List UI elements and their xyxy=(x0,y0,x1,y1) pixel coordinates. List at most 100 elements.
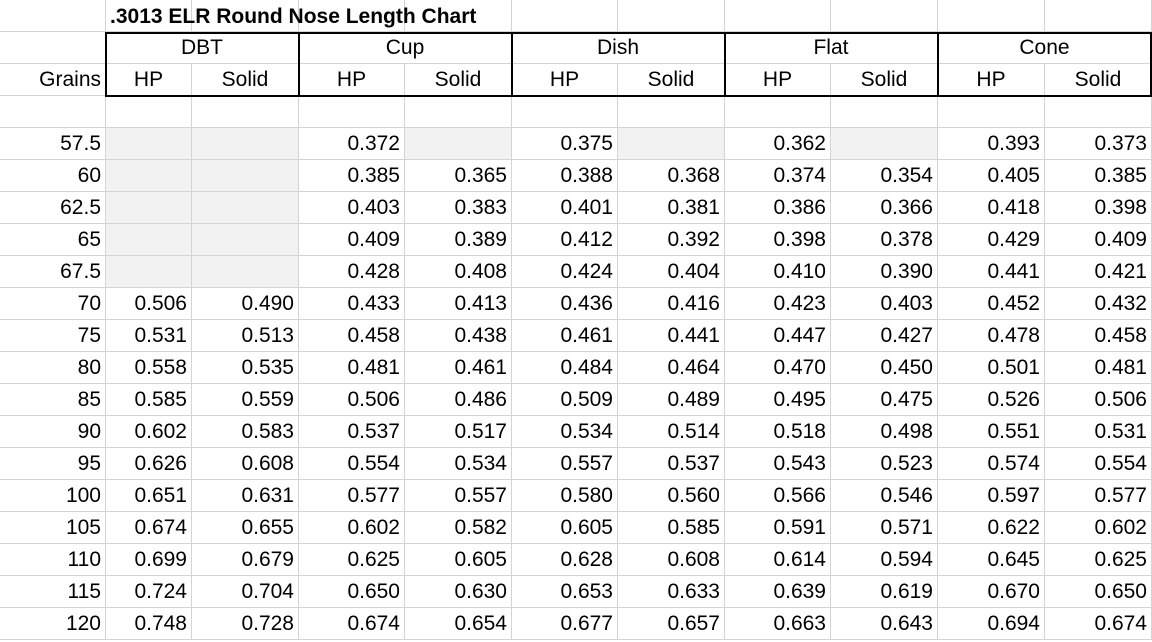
group-header-flat[interactable]: Flat xyxy=(725,32,938,64)
value-cell[interactable] xyxy=(405,128,512,160)
empty-cell[interactable] xyxy=(725,0,831,32)
value-cell[interactable]: 0.481 xyxy=(1045,352,1152,384)
grains-cell[interactable]: 80 xyxy=(0,352,106,384)
value-cell[interactable] xyxy=(192,224,299,256)
value-cell[interactable]: 0.534 xyxy=(512,416,618,448)
value-cell[interactable]: 0.748 xyxy=(106,608,192,640)
grains-cell[interactable]: 62.5 xyxy=(0,192,106,224)
group-header-cone[interactable]: Cone xyxy=(938,32,1152,64)
empty-cell[interactable] xyxy=(618,96,725,128)
value-cell[interactable]: 0.543 xyxy=(725,448,831,480)
value-cell[interactable]: 0.537 xyxy=(618,448,725,480)
value-cell[interactable]: 0.531 xyxy=(1045,416,1152,448)
value-cell[interactable]: 0.559 xyxy=(192,384,299,416)
empty-cell[interactable] xyxy=(938,0,1045,32)
value-cell[interactable]: 0.438 xyxy=(405,320,512,352)
value-cell[interactable]: 0.614 xyxy=(725,544,831,576)
value-cell[interactable]: 0.416 xyxy=(618,288,725,320)
column-header-cone-hp[interactable]: HP xyxy=(938,64,1045,96)
value-cell[interactable]: 0.674 xyxy=(106,512,192,544)
value-cell[interactable]: 0.413 xyxy=(405,288,512,320)
grains-cell[interactable]: 115 xyxy=(0,576,106,608)
value-cell[interactable]: 0.566 xyxy=(725,480,831,512)
value-cell[interactable]: 0.481 xyxy=(299,352,405,384)
column-header-dbt-hp[interactable]: HP xyxy=(106,64,192,96)
value-cell[interactable]: 0.554 xyxy=(1045,448,1152,480)
value-cell[interactable]: 0.577 xyxy=(1045,480,1152,512)
empty-cell[interactable] xyxy=(725,96,831,128)
group-header-dbt[interactable]: DBT xyxy=(106,32,299,64)
value-cell[interactable]: 0.625 xyxy=(299,544,405,576)
value-cell[interactable]: 0.461 xyxy=(512,320,618,352)
value-cell[interactable]: 0.374 xyxy=(725,160,831,192)
value-cell[interactable]: 0.699 xyxy=(106,544,192,576)
empty-cell[interactable] xyxy=(618,0,725,32)
value-cell[interactable]: 0.484 xyxy=(512,352,618,384)
value-cell[interactable]: 0.557 xyxy=(405,480,512,512)
grains-cell[interactable]: 120 xyxy=(0,608,106,640)
column-header-dbt-solid[interactable]: Solid xyxy=(192,64,299,96)
column-header-cup-hp[interactable]: HP xyxy=(299,64,405,96)
grains-cell[interactable]: 60 xyxy=(0,160,106,192)
value-cell[interactable]: 0.433 xyxy=(299,288,405,320)
value-cell[interactable]: 0.526 xyxy=(938,384,1045,416)
value-cell[interactable]: 0.410 xyxy=(725,256,831,288)
value-cell[interactable]: 0.478 xyxy=(938,320,1045,352)
empty-cell[interactable] xyxy=(0,96,106,128)
grains-cell[interactable]: 57.5 xyxy=(0,128,106,160)
value-cell[interactable]: 0.378 xyxy=(831,224,938,256)
value-cell[interactable]: 0.622 xyxy=(938,512,1045,544)
value-cell[interactable]: 0.585 xyxy=(106,384,192,416)
value-cell[interactable]: 0.679 xyxy=(192,544,299,576)
value-cell[interactable]: 0.626 xyxy=(106,448,192,480)
group-header-dish[interactable]: Dish xyxy=(512,32,725,64)
value-cell[interactable]: 0.365 xyxy=(405,160,512,192)
value-cell[interactable]: 0.486 xyxy=(405,384,512,416)
value-cell[interactable]: 0.436 xyxy=(512,288,618,320)
value-cell[interactable]: 0.409 xyxy=(299,224,405,256)
empty-cell[interactable] xyxy=(0,0,106,32)
value-cell[interactable]: 0.392 xyxy=(618,224,725,256)
value-cell[interactable]: 0.557 xyxy=(512,448,618,480)
value-cell[interactable]: 0.594 xyxy=(831,544,938,576)
column-header-cup-solid[interactable]: Solid xyxy=(405,64,512,96)
grains-cell[interactable]: 67.5 xyxy=(0,256,106,288)
value-cell[interactable]: 0.383 xyxy=(405,192,512,224)
value-cell[interactable] xyxy=(192,160,299,192)
value-cell[interactable]: 0.605 xyxy=(512,512,618,544)
value-cell[interactable]: 0.670 xyxy=(938,576,1045,608)
value-cell[interactable]: 0.389 xyxy=(405,224,512,256)
value-cell[interactable] xyxy=(106,192,192,224)
value-cell[interactable]: 0.674 xyxy=(1045,608,1152,640)
value-cell[interactable]: 0.694 xyxy=(938,608,1045,640)
value-cell[interactable]: 0.577 xyxy=(299,480,405,512)
column-header-dish-solid[interactable]: Solid xyxy=(618,64,725,96)
value-cell[interactable]: 0.403 xyxy=(299,192,405,224)
value-cell[interactable]: 0.628 xyxy=(512,544,618,576)
empty-cell[interactable] xyxy=(106,96,192,128)
value-cell[interactable]: 0.724 xyxy=(106,576,192,608)
value-cell[interactable]: 0.501 xyxy=(938,352,1045,384)
value-cell[interactable]: 0.537 xyxy=(299,416,405,448)
value-cell[interactable]: 0.633 xyxy=(618,576,725,608)
empty-cell[interactable] xyxy=(831,0,938,32)
value-cell[interactable]: 0.509 xyxy=(512,384,618,416)
value-cell[interactable]: 0.428 xyxy=(299,256,405,288)
empty-cell[interactable] xyxy=(831,96,938,128)
value-cell[interactable] xyxy=(106,160,192,192)
value-cell[interactable]: 0.470 xyxy=(725,352,831,384)
empty-cell[interactable] xyxy=(192,96,299,128)
row-header-grains[interactable]: Grains xyxy=(0,64,106,96)
empty-cell[interactable] xyxy=(512,96,618,128)
empty-cell[interactable] xyxy=(0,32,106,64)
value-cell[interactable]: 0.517 xyxy=(405,416,512,448)
column-header-flat-hp[interactable]: HP xyxy=(725,64,831,96)
value-cell[interactable]: 0.452 xyxy=(938,288,1045,320)
value-cell[interactable]: 0.398 xyxy=(725,224,831,256)
value-cell[interactable]: 0.677 xyxy=(512,608,618,640)
value-cell[interactable]: 0.650 xyxy=(1045,576,1152,608)
value-cell[interactable]: 0.645 xyxy=(938,544,1045,576)
value-cell[interactable]: 0.403 xyxy=(831,288,938,320)
value-cell[interactable]: 0.458 xyxy=(299,320,405,352)
value-cell[interactable]: 0.405 xyxy=(938,160,1045,192)
